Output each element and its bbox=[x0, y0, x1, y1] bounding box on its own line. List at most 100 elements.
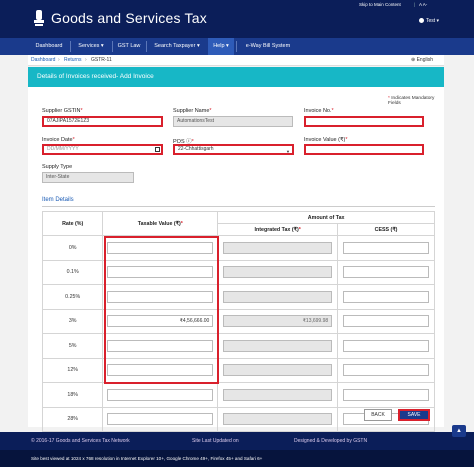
nav-dashboard[interactable]: Dashboard bbox=[30, 38, 68, 55]
cess-cell bbox=[337, 284, 435, 310]
section-divider bbox=[42, 206, 435, 207]
rate-cell: 5% bbox=[41, 333, 104, 359]
language-selector[interactable]: ⊕ English bbox=[411, 57, 433, 63]
taxable-value-input[interactable] bbox=[107, 290, 214, 303]
nav-divider bbox=[236, 41, 237, 52]
taxable-value-input[interactable]: ₹4,56,666.00 bbox=[107, 315, 214, 328]
integrated-tax-field bbox=[223, 241, 333, 254]
skip-to-content-link[interactable]: Skip to Main Content bbox=[359, 2, 401, 7]
site-footer: © 2016-17 Goods and Services Tax Network… bbox=[0, 432, 474, 450]
item-rows: 0% 0.1% 0.25% 3% ₹4,56,666.00 ₹13,699.98 5% 12%… bbox=[41, 235, 435, 432]
supplier-name-field: AutomationsTest bbox=[173, 116, 293, 127]
cess-input[interactable] bbox=[343, 388, 430, 401]
supplier-gstin-label: Supplier GSTIN* bbox=[42, 108, 83, 114]
taxable-cell bbox=[102, 259, 219, 285]
back-button[interactable]: BACK bbox=[364, 409, 392, 421]
item-details-table: Rate (%) Taxable Value (₹)* Amount of Ta… bbox=[41, 211, 435, 432]
cess-cell bbox=[337, 357, 435, 383]
cess-input[interactable] bbox=[343, 266, 430, 279]
igst-cell bbox=[217, 259, 339, 285]
nav-gst-law[interactable]: GST Law bbox=[114, 38, 144, 55]
breadcrumb-returns[interactable]: Returns bbox=[64, 57, 82, 63]
nav-eway-bill[interactable]: e-Way Bill System bbox=[238, 38, 298, 55]
top-separator: | bbox=[414, 2, 416, 7]
breadcrumb: Dashboard › Returns › GSTR-11 ⊕ English bbox=[28, 55, 444, 66]
igst-cell bbox=[217, 382, 339, 408]
breadcrumb-gstr11: GSTR-11 bbox=[91, 57, 112, 63]
table-row: 0.1% bbox=[41, 259, 435, 285]
taxable-value-input[interactable] bbox=[107, 266, 214, 279]
invoice-date-placeholder: DD/MM/YYYY bbox=[47, 146, 79, 152]
integrated-tax-field bbox=[223, 339, 333, 352]
taxable-cell bbox=[102, 284, 219, 310]
supplier-gstin-field[interactable]: 07AJIPA1572E1Z3 bbox=[42, 116, 163, 127]
integrated-tax-field bbox=[223, 290, 333, 303]
scroll-to-top-button[interactable]: ▲ bbox=[452, 425, 466, 437]
igst-cell: ₹13,699.98 bbox=[217, 308, 339, 334]
cess-input[interactable] bbox=[343, 364, 430, 377]
invoice-no-label: Invoice No.* bbox=[304, 108, 334, 114]
cess-input[interactable] bbox=[343, 339, 430, 352]
taxable-value-input[interactable] bbox=[107, 241, 214, 254]
table-row: 12% bbox=[41, 357, 435, 383]
cess-input[interactable] bbox=[343, 241, 430, 254]
cess-cell bbox=[337, 333, 435, 359]
browser-note: Site best viewed at 1024 x 768 resolutio… bbox=[0, 450, 474, 467]
font-size-buttons[interactable]: A A- bbox=[419, 2, 427, 7]
pos-select[interactable]: 22-Chhattisgarh ▼ bbox=[173, 144, 294, 155]
table-row: 0% bbox=[41, 235, 435, 261]
invoice-value-field[interactable] bbox=[304, 144, 424, 155]
main-nav: Dashboard Services ▾ GST Law Search Taxp… bbox=[0, 38, 474, 55]
calendar-icon[interactable] bbox=[155, 147, 160, 152]
pos-value: 22-Chhattisgarh bbox=[178, 146, 214, 152]
cess-input[interactable] bbox=[343, 290, 430, 303]
taxable-cell bbox=[102, 235, 219, 261]
supplier-name-label: Supplier Name* bbox=[173, 108, 212, 114]
invoice-date-field[interactable]: DD/MM/YYYY bbox=[42, 144, 163, 155]
nav-search-taxpayer[interactable]: Search Taxpayer ▾ bbox=[148, 38, 206, 55]
invoice-no-field[interactable] bbox=[304, 116, 424, 127]
nav-services[interactable]: Services ▾ bbox=[72, 38, 110, 55]
breadcrumb-separator: › bbox=[58, 57, 60, 63]
cess-cell bbox=[337, 382, 435, 408]
rate-header: Rate (%) bbox=[41, 211, 104, 236]
taxable-value-input[interactable] bbox=[107, 339, 214, 352]
rate-cell: 0.1% bbox=[41, 259, 104, 285]
taxable-cell bbox=[102, 382, 219, 408]
taxable-cell bbox=[102, 357, 219, 383]
table-row: 3% ₹4,56,666.00 ₹13,699.98 bbox=[41, 308, 435, 334]
footer-designed-by: Designed & Developed by GSTN bbox=[294, 438, 368, 444]
user-icon bbox=[419, 18, 424, 23]
integrated-tax-field: ₹13,699.98 bbox=[223, 315, 333, 328]
save-button[interactable]: SAVE bbox=[398, 409, 430, 421]
supply-type-field: Inter-State bbox=[42, 172, 134, 183]
breadcrumb-dashboard[interactable]: Dashboard bbox=[31, 57, 55, 63]
language-label: English bbox=[416, 57, 433, 63]
rate-cell: 0% bbox=[41, 235, 104, 261]
amount-of-tax-header: Amount of Tax bbox=[217, 211, 435, 224]
panel-heading: Details of Invoices received- Add Invoic… bbox=[28, 67, 444, 87]
cess-input[interactable] bbox=[343, 315, 430, 328]
taxable-value-input[interactable] bbox=[107, 364, 214, 377]
igst-cell bbox=[217, 284, 339, 310]
nav-help[interactable]: Help ▾ bbox=[208, 38, 234, 55]
integrated-tax-field bbox=[223, 364, 333, 377]
cess-cell bbox=[337, 235, 435, 261]
igst-cell bbox=[217, 357, 339, 383]
mandatory-note: * Indicates Mandatory Fields bbox=[388, 96, 435, 106]
cess-header: CESS (₹) bbox=[337, 223, 435, 236]
rate-cell: 18% bbox=[41, 382, 104, 408]
supply-type-label: Supply Type bbox=[42, 164, 73, 170]
nav-divider bbox=[146, 41, 147, 52]
taxable-cell: ₹4,56,666.00 bbox=[102, 308, 219, 334]
taxable-value-header: Taxable Value (₹)* bbox=[102, 211, 219, 236]
user-menu[interactable]: Test ▾ bbox=[419, 18, 439, 24]
rate-cell: 3% bbox=[41, 308, 104, 334]
nav-divider bbox=[70, 41, 71, 52]
taxable-cell bbox=[102, 333, 219, 359]
cess-cell bbox=[337, 308, 435, 334]
item-details-title: Item Details bbox=[42, 197, 74, 203]
taxable-value-input[interactable] bbox=[107, 388, 214, 401]
taxable-value-input[interactable] bbox=[107, 413, 214, 426]
table-row: 5% bbox=[41, 333, 435, 359]
